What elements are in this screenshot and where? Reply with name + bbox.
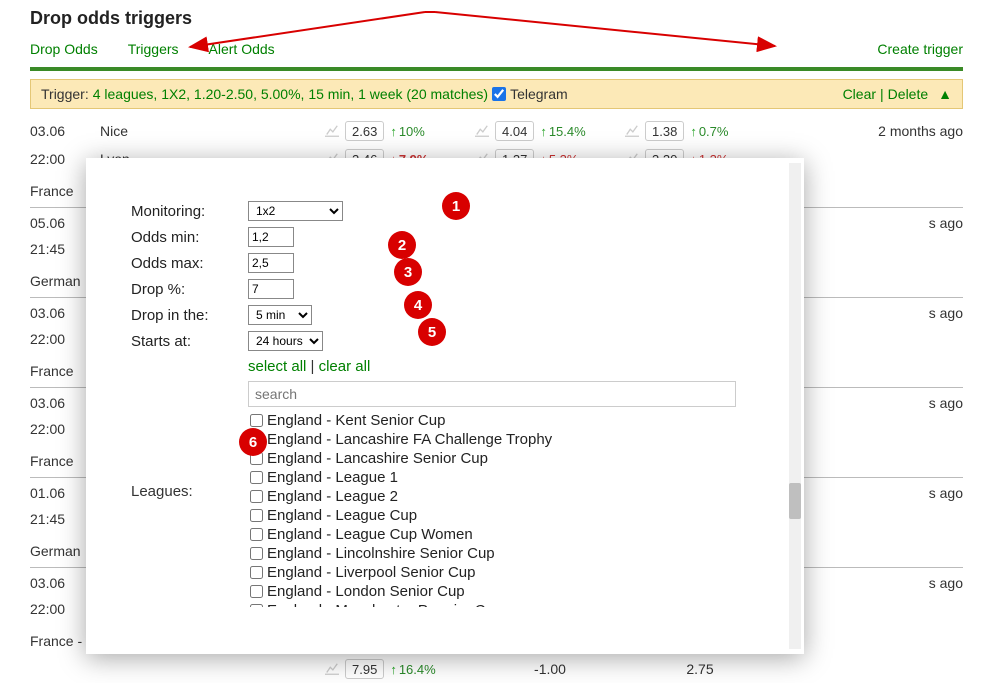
odds-min-input[interactable] [248, 227, 294, 247]
collapse-icon[interactable]: ▲ [938, 86, 952, 102]
league-item[interactable]: England - Lancashire Senior Cup [250, 449, 748, 468]
league-item[interactable]: England - Manchester Premier Cup [250, 601, 748, 607]
trigger-summary[interactable]: 4 leagues, 1X2, 1.20-2.50, 5.00%, 15 min… [93, 86, 488, 102]
monitoring-label: Monitoring: [131, 203, 248, 220]
odds-value[interactable]: 7.95 [345, 659, 384, 679]
league-item[interactable]: England - London Senior Cup [250, 582, 748, 601]
league-name: England - League Cup Women [267, 526, 473, 543]
plain-value: -1.00 [475, 661, 625, 677]
page-title: Drop odds triggers [30, 8, 963, 29]
leagues-label: Leagues: [131, 483, 193, 500]
dialog-scrollbar[interactable] [789, 163, 801, 649]
select-all-link[interactable]: select all [248, 358, 306, 375]
league-item[interactable]: England - League Cup [250, 506, 748, 525]
clear-all-link[interactable]: clear all [319, 358, 371, 375]
delete-link[interactable]: Delete [888, 86, 928, 102]
divider [30, 67, 963, 71]
league-checkbox[interactable] [250, 490, 263, 503]
chart-icon [625, 125, 639, 137]
league-item[interactable]: England - Lincolnshire Senior Cup [250, 544, 748, 563]
scrollbar-thumb[interactable] [789, 483, 801, 519]
league-item[interactable]: England - League Cup Women [250, 525, 748, 544]
odds-pct: 0.7% [690, 124, 728, 139]
odds-value[interactable]: 4.04 [495, 121, 534, 141]
telegram-checkbox[interactable] [492, 87, 506, 101]
drop-in-label: Drop in the: [131, 307, 248, 324]
league-checkbox[interactable] [250, 566, 263, 579]
league-item[interactable]: England - League 2 [250, 487, 748, 506]
create-trigger-dialog: Monitoring: 1x2 Odds min: Odds max: Drop… [86, 158, 804, 654]
chart-icon [325, 663, 339, 675]
match-time: s ago [929, 305, 963, 321]
tab-bar: Drop Odds Triggers Alert Odds Create tri… [30, 41, 963, 57]
odds-pct: 10% [390, 124, 425, 139]
monitoring-select[interactable]: 1x2 [248, 201, 343, 221]
starts-at-label: Starts at: [131, 333, 248, 350]
sep: | [880, 86, 884, 102]
league-checkbox[interactable] [250, 604, 263, 607]
league-item[interactable]: England - Liverpool Senior Cup [250, 563, 748, 582]
match-time: 2 months ago [878, 123, 963, 139]
create-trigger-link[interactable]: Create trigger [877, 41, 963, 57]
league-name: England - Liverpool Senior Cup [267, 564, 475, 581]
odds-pct: 16.4% [390, 662, 435, 677]
odds-pct: 15.4% [540, 124, 585, 139]
match-date: 03.06 [30, 123, 100, 139]
odds-value[interactable]: 2.63 [345, 121, 384, 141]
annotation-4: 4 [404, 291, 432, 319]
drop-pct-label: Drop %: [131, 281, 248, 298]
clear-link[interactable]: Clear [843, 86, 876, 102]
league-checkbox[interactable] [250, 585, 263, 598]
odds-max-input[interactable] [248, 253, 294, 273]
match-time: s ago [929, 575, 963, 591]
league-item[interactable]: England - Kent Senior Cup [250, 411, 748, 430]
league-checkbox[interactable] [250, 547, 263, 560]
drop-pct-input[interactable] [248, 279, 294, 299]
annotation-1: 1 [442, 192, 470, 220]
odds-max-label: Odds max: [131, 255, 248, 272]
league-checkbox[interactable] [250, 509, 263, 522]
league-list[interactable]: England - Kent Senior Cup England - Lanca… [248, 409, 748, 607]
telegram-label: Telegram [510, 86, 568, 102]
match-time: s ago [929, 215, 963, 231]
chart-icon [475, 125, 489, 137]
tab-triggers[interactable]: Triggers [128, 41, 179, 57]
league-name: England - Manchester Premier Cup [267, 602, 502, 607]
annotation-5: 5 [418, 318, 446, 346]
odds-min-label: Odds min: [131, 229, 248, 246]
league-name: England - Kent Senior Cup [267, 412, 445, 429]
league-checkbox[interactable] [250, 471, 263, 484]
match-team: Nice [100, 123, 325, 139]
league-name: England - League Cup [267, 507, 417, 524]
league-name: England - Lancashire FA Challenge Trophy [267, 431, 552, 448]
match-time: s ago [929, 395, 963, 411]
plain-value: 2.75 [625, 661, 775, 677]
league-checkbox[interactable] [250, 414, 263, 427]
starts-at-select[interactable]: 24 hours [248, 331, 323, 351]
chart-icon [325, 125, 339, 137]
annotation-3: 3 [394, 258, 422, 286]
trigger-prefix: Trigger: [41, 86, 89, 102]
tab-drop-odds[interactable]: Drop Odds [30, 41, 98, 57]
drop-in-select[interactable]: 5 min [248, 305, 312, 325]
league-item[interactable]: England - League 1 [250, 468, 748, 487]
league-name: England - Lincolnshire Senior Cup [267, 545, 495, 562]
league-name: England - Lancashire Senior Cup [267, 450, 488, 467]
trigger-summary-bar: Trigger: 4 leagues, 1X2, 1.20-2.50, 5.00… [30, 79, 963, 109]
league-item[interactable]: England - Lancashire FA Challenge Trophy [250, 430, 748, 449]
league-name: England - League 2 [267, 488, 398, 505]
league-name: England - London Senior Cup [267, 583, 465, 600]
annotation-6: 6 [239, 428, 267, 456]
league-name: England - League 1 [267, 469, 398, 486]
league-checkbox[interactable] [250, 528, 263, 541]
league-search-input[interactable] [248, 381, 736, 407]
match-time: s ago [929, 485, 963, 501]
odds-value[interactable]: 1.38 [645, 121, 684, 141]
annotation-2: 2 [388, 231, 416, 259]
tab-alert-odds[interactable]: Alert Odds [209, 41, 275, 57]
